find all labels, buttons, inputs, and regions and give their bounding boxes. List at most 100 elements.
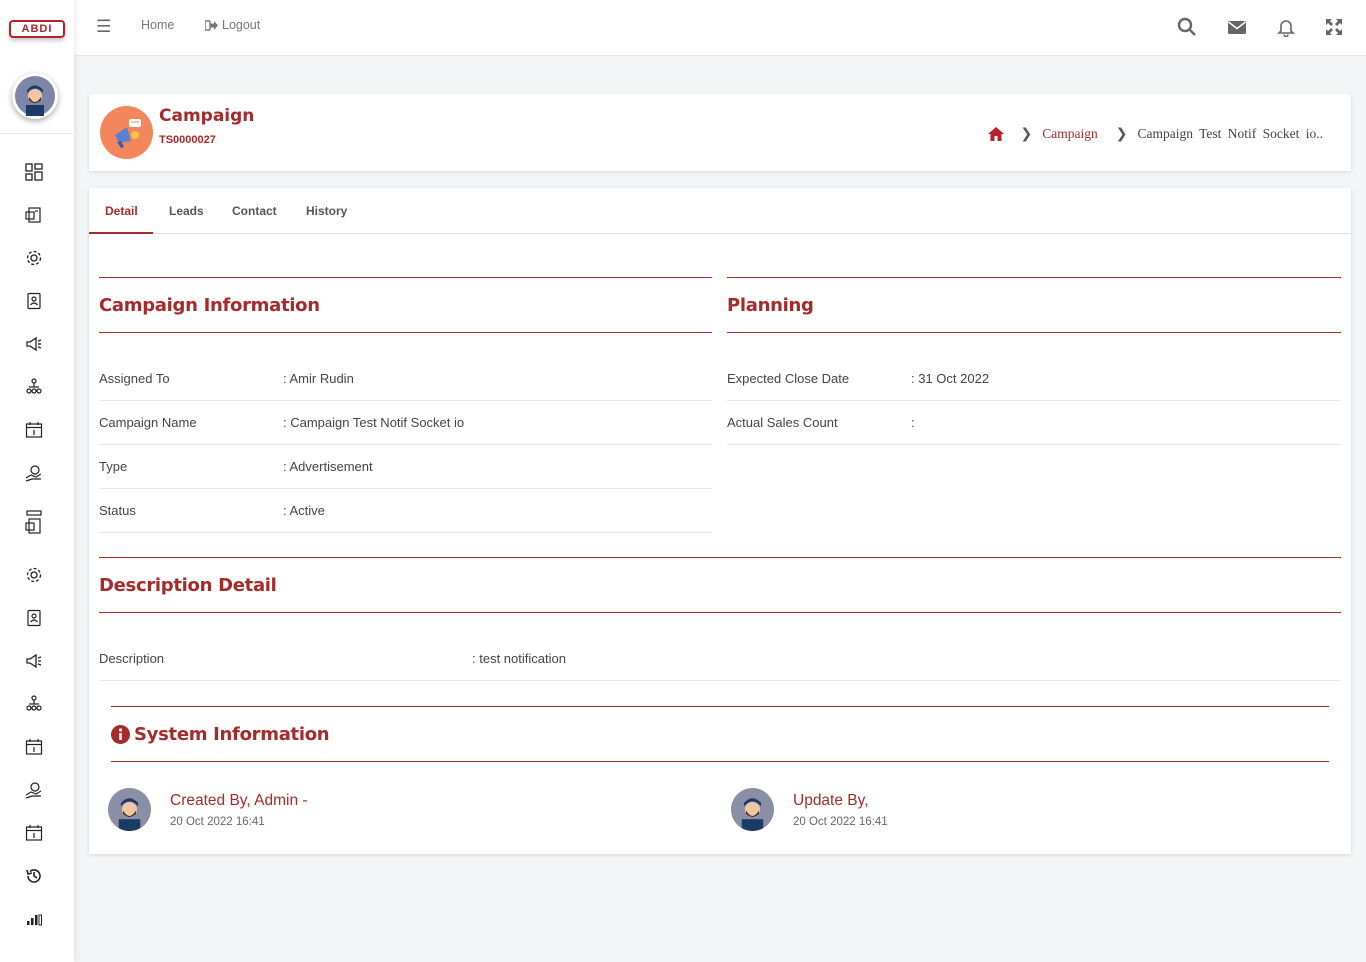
user-avatar-icon <box>108 788 151 831</box>
dashboard-icon <box>25 163 43 181</box>
info-row-assigned-to: Assigned To : Amir Rudin <box>99 357 712 401</box>
org-chart-icon <box>26 378 42 394</box>
org-chart-icon <box>26 695 42 711</box>
sidebar-item-campaign-2[interactable] <box>24 651 44 671</box>
sidebar-item-campaign[interactable] <box>24 334 44 354</box>
field-value: : Active <box>283 503 325 518</box>
tab-contact[interactable]: Contact <box>232 204 277 218</box>
tab-history[interactable]: History <box>306 204 347 218</box>
detail-card: Detail Leads Contact History Campaign In… <box>89 188 1351 854</box>
section-title: System Information <box>134 723 330 745</box>
section-title: Description Detail <box>99 574 277 596</box>
tab-detail[interactable]: Detail <box>105 204 138 218</box>
page-header-card: Campaign TS0000027 ❯ Campaign ❯ Campaign… <box>89 94 1351 171</box>
nav-home-link[interactable]: Home <box>141 18 174 32</box>
field-label: Description <box>99 651 165 666</box>
calendar-icon <box>25 739 43 755</box>
system-information-header: System Information <box>111 706 1329 762</box>
field-value: : Campaign Test Notif Socket io <box>283 415 465 430</box>
active-tab-indicator <box>89 232 153 234</box>
campaign-information-section: Campaign Information Assigned To : Amir … <box>99 277 712 533</box>
tab-leads[interactable]: Leads <box>169 204 204 218</box>
created-by-label: Created By, Admin - <box>170 791 308 809</box>
gear-icon <box>26 250 42 266</box>
sidebar-item-calendar[interactable] <box>24 420 44 440</box>
search-icon <box>1177 17 1196 36</box>
field-label: Assigned To <box>99 371 170 386</box>
field-label: Actual Sales Count <box>727 415 838 430</box>
planning-section: Planning Expected Close Date : 31 Oct 20… <box>727 277 1341 445</box>
section-title: Campaign Information <box>99 294 320 316</box>
sidebar-item-history[interactable] <box>24 866 44 886</box>
sidebar-item-contacts[interactable] <box>24 291 44 311</box>
updater-avatar <box>731 788 774 831</box>
gear-icon <box>26 567 42 583</box>
sidebar-item-settings-2[interactable] <box>24 565 44 585</box>
contact-book-icon <box>27 292 41 310</box>
breadcrumb-current: Campaign Test Notif Socket io.. <box>1137 126 1323 141</box>
home-icon <box>988 127 1005 141</box>
notifications-button[interactable] <box>1274 15 1298 39</box>
description-row: Description : test notification <box>99 637 1341 681</box>
calendar-icon <box>25 422 43 438</box>
section-title: Planning <box>727 294 814 316</box>
sidebar-item-contacts-2[interactable] <box>24 608 44 628</box>
section-header: Planning <box>727 277 1341 333</box>
field-value: : Advertisement <box>283 459 373 474</box>
sidebar-item-reports[interactable] <box>24 909 44 929</box>
sidebar: ABDI <box>0 0 74 962</box>
field-label: Expected Close Date <box>727 371 850 386</box>
sidebar-item-documents[interactable] <box>24 205 44 225</box>
creator-avatar <box>108 788 151 831</box>
info-row-type: Type : Advertisement <box>99 445 712 489</box>
user-avatar[interactable] <box>12 73 58 119</box>
created-date: 20 Oct 2022 16:41 <box>170 815 265 828</box>
fullscreen-button[interactable] <box>1322 15 1346 39</box>
planning-row-expected-close-date: Expected Close Date : 31 Oct 2022 <box>727 357 1341 401</box>
breadcrumb-home-icon[interactable] <box>988 127 1005 141</box>
breadcrumb-campaign-link[interactable]: Campaign <box>1042 126 1098 142</box>
field-value: : <box>911 415 915 430</box>
info-row-campaign-name: Campaign Name : Campaign Test Notif Sock… <box>99 401 712 445</box>
user-avatar-icon <box>731 788 774 831</box>
section-header: Campaign Information <box>99 277 712 333</box>
sidebar-item-deals-2[interactable] <box>24 780 44 800</box>
field-value: : test notification <box>472 651 566 666</box>
campaign-code: TS0000027 <box>159 134 216 146</box>
handshake-icon <box>25 465 42 482</box>
chevron-right-icon: ❯ <box>1115 126 1128 142</box>
sidebar-item-deals[interactable] <box>24 463 44 483</box>
field-value: : Amir Rudin <box>283 371 354 386</box>
sidebar-item-settings[interactable] <box>24 248 44 268</box>
mail-button[interactable] <box>1225 15 1249 39</box>
calendar-icon <box>25 825 43 841</box>
planning-row-actual-sales-count: Actual Sales Count : <box>727 401 1341 445</box>
updated-date: 20 Oct 2022 16:41 <box>793 815 888 828</box>
section-header: Description Detail <box>99 557 1341 613</box>
sidebar-item-calendar-3[interactable] <box>24 823 44 843</box>
nav-logout-link[interactable]: Logout <box>205 18 260 32</box>
sidebar-item-organization-2[interactable] <box>24 694 44 714</box>
hamburger-menu-icon[interactable]: ☰ <box>96 17 111 37</box>
document-calendar-icon <box>25 510 42 534</box>
bar-chart-icon <box>27 914 42 926</box>
breadcrumb: ❯ Campaign ❯ Campaign Test Notif Socket … <box>988 126 1323 142</box>
contact-book-icon <box>27 609 41 627</box>
fullscreen-icon <box>1326 19 1342 35</box>
info-icon <box>111 724 130 744</box>
user-avatar-icon <box>15 76 55 116</box>
sidebar-item-calendar-2[interactable] <box>24 737 44 757</box>
field-label: Status <box>99 503 136 518</box>
campaign-megaphone-icon <box>114 118 141 148</box>
sidebar-item-document-calendar[interactable] <box>24 508 44 538</box>
logout-label: Logout <box>222 18 261 32</box>
sidebar-divider <box>0 133 74 134</box>
megaphone-icon <box>26 653 42 669</box>
tab-bar: Detail Leads Contact History <box>89 188 1351 234</box>
search-button[interactable] <box>1175 15 1199 39</box>
sidebar-item-organization[interactable] <box>24 377 44 397</box>
sidebar-item-dashboard[interactable] <box>24 162 44 182</box>
app-logo[interactable]: ABDI <box>9 20 65 38</box>
history-icon <box>26 869 41 883</box>
updated-by-label: Update By, <box>793 791 869 809</box>
